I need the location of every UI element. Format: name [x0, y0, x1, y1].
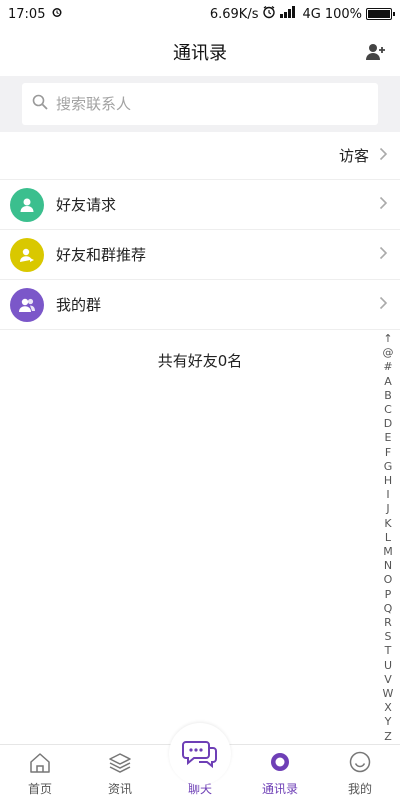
index-letter[interactable]: H [384, 474, 392, 488]
search-box[interactable] [22, 83, 378, 125]
signal-icon [280, 6, 298, 22]
index-letter[interactable]: ↑ [383, 332, 392, 346]
friend-requests-label: 好友请求 [56, 196, 117, 214]
nav-chat[interactable]: 聊天 [160, 723, 240, 800]
person-recommend-icon [10, 237, 44, 272]
index-letter[interactable]: C [384, 403, 392, 417]
chevron-right-icon [379, 295, 388, 314]
nav-contacts-label: 通讯录 [261, 782, 298, 796]
index-letter[interactable]: Y [385, 715, 392, 729]
alphabet-index-bar[interactable]: ↑ @ # A B C D E F G H I J K L M N O P Q R S T U V W X Y Z [380, 332, 396, 744]
index-letter[interactable]: V [384, 673, 392, 687]
index-letter[interactable]: O [384, 573, 393, 587]
nav-mine[interactable]: 我的 [320, 745, 400, 800]
home-icon [28, 752, 52, 777]
visitor-row[interactable]: 访客 [0, 132, 400, 180]
index-letter[interactable]: L [385, 531, 391, 545]
index-letter[interactable]: I [386, 488, 389, 502]
search-input[interactable] [56, 95, 368, 113]
search-bar [0, 76, 400, 132]
chevron-right-icon [379, 146, 388, 165]
bottom-nav: 首页 资讯 聊天 通讯录 我的 [0, 723, 400, 800]
index-letter[interactable]: B [384, 389, 392, 403]
battery-percent: 100% [324, 6, 362, 22]
recommend-label: 好友和群推荐 [56, 246, 147, 264]
index-letter[interactable]: Q [384, 602, 393, 616]
group-icon [10, 287, 44, 322]
index-letter[interactable]: D [384, 417, 392, 431]
index-letter[interactable]: W [383, 687, 394, 701]
index-letter[interactable]: A [384, 375, 392, 389]
chat-bubbles-icon [169, 723, 231, 785]
person-avatar-icon [10, 187, 44, 222]
friend-requests-row[interactable]: 好友请求 [0, 180, 400, 230]
battery-icon [366, 8, 395, 20]
nav-mine-label: 我的 [347, 782, 372, 796]
layers-icon [108, 752, 132, 777]
nav-home-label: 首页 [27, 782, 52, 796]
index-letter[interactable]: S [385, 630, 392, 644]
app-header: 通讯录 [0, 28, 400, 76]
nav-contacts[interactable]: 通讯录 [240, 745, 320, 800]
page-title: 通讯录 [173, 43, 227, 64]
nav-news[interactable]: 资讯 [80, 745, 160, 800]
friend-count-text: 共有好友0名 [157, 352, 243, 370]
nav-news-label: 资讯 [107, 782, 132, 796]
index-letter[interactable]: M [383, 545, 393, 559]
add-contact-icon[interactable] [364, 40, 388, 64]
alarm-icon [262, 5, 276, 23]
alarm-clock-icon [51, 6, 63, 22]
network-speed: 6.69K/s [209, 6, 259, 22]
status-time: 17:05 [8, 6, 46, 22]
my-groups-label: 我的群 [56, 296, 102, 314]
index-letter[interactable]: U [384, 659, 392, 673]
chevron-right-icon [379, 245, 388, 264]
index-letter[interactable]: Z [384, 730, 392, 744]
index-letter[interactable]: T [385, 644, 392, 658]
index-letter[interactable]: G [384, 460, 393, 474]
index-letter[interactable]: X [384, 701, 392, 715]
index-letter[interactable]: N [384, 559, 392, 573]
index-letter[interactable]: P [385, 588, 392, 602]
my-groups-row[interactable]: 我的群 [0, 280, 400, 330]
smiley-icon [348, 750, 372, 777]
index-letter[interactable]: # [383, 360, 392, 374]
nav-home[interactable]: 首页 [0, 745, 80, 800]
recommend-row[interactable]: 好友和群推荐 [0, 230, 400, 280]
contacts-ring-icon [268, 750, 292, 777]
status-bar: 17:05 6.69K/s 4G 100% [0, 0, 400, 28]
visitor-label: 访客 [338, 147, 369, 165]
index-letter[interactable]: E [385, 431, 392, 445]
index-letter[interactable]: J [386, 502, 389, 516]
index-letter[interactable]: K [384, 517, 391, 531]
network-type: 4G [302, 6, 321, 22]
index-letter[interactable]: @ [383, 346, 394, 360]
search-icon [32, 94, 48, 114]
chevron-right-icon [379, 195, 388, 214]
index-letter[interactable]: F [385, 446, 391, 460]
index-letter[interactable]: R [384, 616, 392, 630]
